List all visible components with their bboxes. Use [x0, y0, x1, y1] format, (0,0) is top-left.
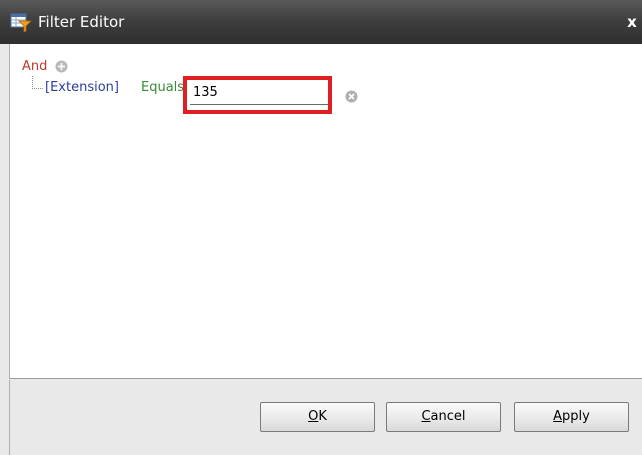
apply-label-rest: pply	[562, 409, 590, 424]
condition-field[interactable]: [Extension]	[45, 79, 119, 97]
dialog-footer: OK Cancel Apply	[9, 380, 642, 455]
condition-value-input[interactable]	[190, 81, 331, 105]
plus-circle-icon[interactable]	[55, 60, 68, 73]
filter-tree-panel: And [Extension] Equals	[9, 44, 642, 379]
filter-editor-icon	[10, 13, 32, 33]
ok-button[interactable]: OK	[260, 402, 375, 432]
apply-mnemonic: A	[553, 409, 563, 424]
window-title: Filter Editor	[38, 13, 125, 31]
cancel-button[interactable]: Cancel	[386, 402, 501, 432]
close-button[interactable]: x	[624, 12, 640, 32]
ok-label-rest: K	[318, 409, 327, 424]
remove-circle-icon[interactable]	[345, 90, 358, 103]
apply-button[interactable]: Apply	[514, 402, 629, 432]
cancel-mnemonic: C	[421, 409, 431, 424]
title-bar[interactable]: Filter Editor x	[0, 0, 642, 44]
group-operator-and[interactable]: And	[22, 58, 47, 76]
tree-connector	[32, 76, 43, 89]
cancel-label-rest: ancel	[430, 409, 466, 424]
ok-mnemonic: O	[308, 409, 319, 424]
filter-editor-window: Filter Editor x And [Extension] Equals O…	[0, 0, 642, 455]
condition-operator[interactable]: Equals	[141, 79, 184, 97]
